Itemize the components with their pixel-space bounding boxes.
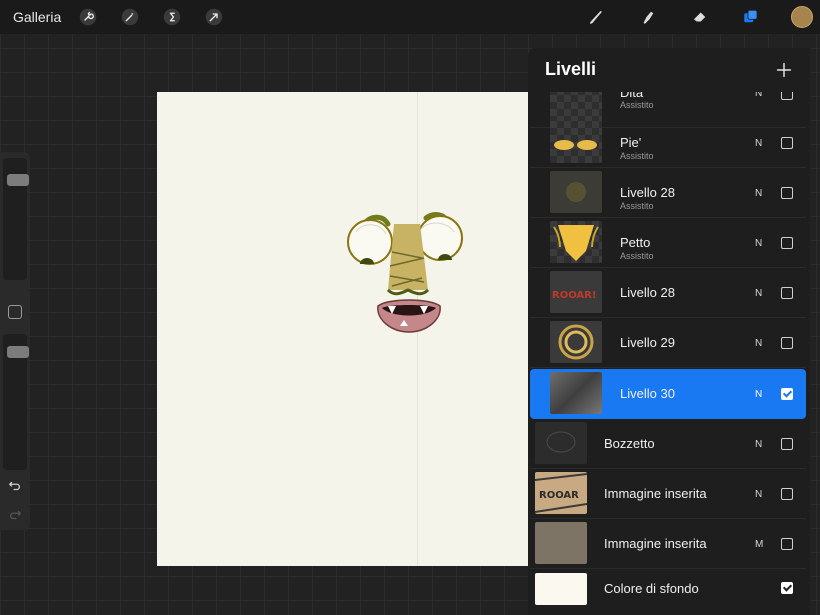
blend-mode-button[interactable]: N [755,288,762,299]
layer-thumbnail: ROOAR [535,472,587,514]
blend-mode-button[interactable]: N [755,489,762,500]
layer-subtitle: Assistito [620,100,654,110]
gallery-button[interactable]: Galleria [13,9,61,25]
layer-thumbnail [550,372,602,414]
svg-text:ROOAR: ROOAR [539,490,579,501]
layer-row-livello-30[interactable]: Livello 30 N [530,369,806,419]
layer-name: Immagine inserita [604,536,707,551]
layer-thumbnail [550,171,602,213]
layer-subtitle: Assistito [620,201,654,211]
layer-row-immagine-inserita-b[interactable]: Immagine inserita M [530,519,806,569]
brush-icon[interactable] [584,5,608,29]
layer-subtitle: Assistito [620,251,654,261]
visibility-checkbox[interactable] [781,337,793,349]
layer-thumbnail [535,522,587,564]
visibility-checkbox[interactable] [781,237,793,249]
magic-wand-icon[interactable] [118,5,142,29]
top-toolbar: Galleria [0,0,820,34]
layer-row-livello-28-a[interactable]: Livello 28 Assistito N [530,168,806,218]
layer-name: Livello 29 [620,335,675,350]
layers-panel: Dita Assistito N Pie' Assistito N Livell… [528,48,810,615]
layer-row-livello-29[interactable]: Livello 29 N [530,318,806,368]
visibility-checkbox[interactable] [781,137,793,149]
undo-icon[interactable] [7,478,23,494]
brush-size-thumb[interactable] [7,174,29,186]
visibility-checkbox[interactable] [781,538,793,550]
visibility-checkbox[interactable] [781,488,793,500]
layer-row-pie[interactable]: Pie' Assistito N [530,118,806,168]
left-sidebar [0,152,30,530]
layer-name: Livello 28 [620,185,675,200]
layer-name: Pie' [620,135,642,150]
selection-s-icon[interactable] [160,5,184,29]
layer-name: Livello 28 [620,285,675,300]
layer-subtitle: Assistito [620,151,654,161]
blend-mode-button[interactable]: N [755,389,762,400]
blend-mode-button[interactable]: N [755,439,762,450]
layer-row-livello-28-b[interactable]: ROOAR! Livello 28 N [530,268,806,318]
layer-row-colore-di-sfondo[interactable]: Colore di sfondo [530,569,806,615]
visibility-checkbox[interactable] [781,388,793,400]
drawing-canvas[interactable] [157,92,528,566]
blend-mode-button[interactable]: N [755,338,762,349]
blend-mode-button[interactable]: N [755,188,762,199]
layer-row-bozzetto[interactable]: Bozzetto N [530,419,806,469]
layer-thumbnail [550,121,602,163]
panel-title: Livelli [545,59,597,79]
redo-icon[interactable] [7,507,23,523]
opacity-slider[interactable] [3,334,29,470]
layer-name: Petto [620,235,651,250]
layer-thumbnail: ROOAR! [550,271,602,313]
color-picker-swatch[interactable] [791,6,813,28]
opacity-thumb[interactable] [7,346,29,358]
modify-square-icon[interactable] [8,305,22,319]
blend-mode-button[interactable]: N [755,138,762,149]
layer-thumbnail [550,221,602,263]
visibility-checkbox[interactable] [781,187,793,199]
background-color-swatch [535,573,587,605]
layer-name: Immagine inserita [604,486,707,501]
layer-row-immagine-inserita-a[interactable]: ROOAR Immagine inserita N [530,469,806,519]
layer-name: Livello 30 [620,386,675,401]
visibility-checkbox[interactable] [781,582,793,594]
layer-thumbnail [535,422,587,464]
eraser-icon[interactable] [688,5,712,29]
plus-icon[interactable] [773,59,797,83]
brush-size-slider[interactable] [3,158,29,280]
svg-text:ROOAR!: ROOAR! [552,290,596,301]
layer-row-petto[interactable]: Petto Assistito N [530,218,806,268]
transform-arrow-icon[interactable] [202,5,226,29]
layers-panel-header: Livelli [528,48,810,92]
layer-name: Colore di sfondo [604,581,699,596]
wrench-icon[interactable] [76,5,100,29]
blend-mode-button[interactable]: M [755,539,763,550]
visibility-checkbox[interactable] [781,287,793,299]
layer-thumbnail [550,321,602,363]
visibility-checkbox[interactable] [781,438,793,450]
layer-name: Bozzetto [604,436,655,451]
blend-mode-button[interactable]: N [755,238,762,249]
layers-icon[interactable] [739,5,763,29]
creature-face-drawing [347,212,463,333]
smudge-icon[interactable] [636,5,660,29]
